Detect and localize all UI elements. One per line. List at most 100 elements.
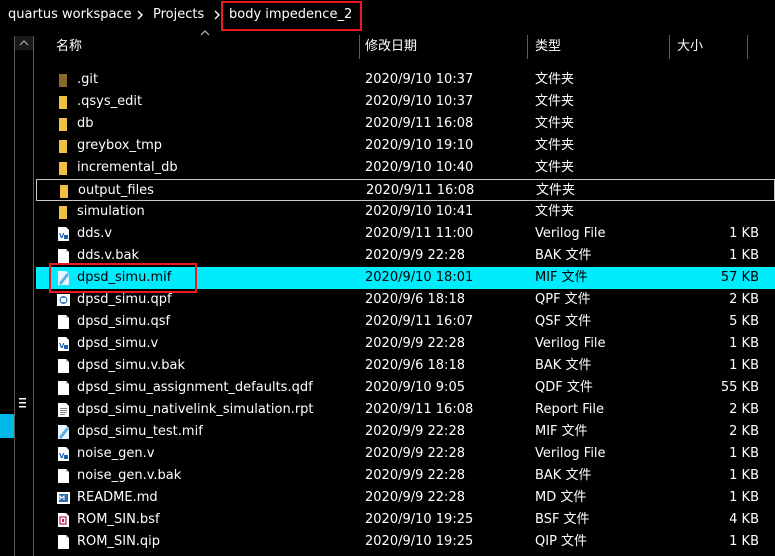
navigation-pane[interactable]	[0, 30, 34, 556]
file-date: 2020/9/9 22:28	[365, 446, 465, 461]
file-name: ROM_SIN.bsf	[77, 512, 160, 527]
file-date: 2020/9/9 22:28	[365, 248, 465, 263]
file-type: Verilog File	[535, 336, 606, 351]
blank-file-icon	[56, 468, 71, 484]
file-date: 2020/9/9 22:28	[365, 336, 465, 351]
breadcrumb-chevron-icon[interactable]	[136, 6, 144, 24]
verilog-file-icon: V	[56, 336, 71, 352]
file-size: 1 KB	[729, 248, 759, 263]
breadcrumb-item-projects[interactable]: Projects	[153, 6, 204, 24]
sort-ascending-icon	[200, 30, 210, 36]
folder-icon	[57, 183, 72, 199]
column-header-size[interactable]: 大小	[677, 33, 703, 61]
file-row[interactable]: dpsd_simu_assignment_defaults.qdf 2020/9…	[36, 377, 775, 399]
file-type: QIP 文件	[535, 534, 588, 549]
nav-selected-item[interactable]	[0, 414, 14, 438]
annotation-highlight-box	[221, 1, 362, 31]
file-type: 文件夹	[535, 94, 575, 109]
file-size: 4 KB	[729, 512, 759, 527]
mif-file-icon	[56, 424, 71, 440]
file-type: QSF 文件	[535, 314, 592, 329]
file-row[interactable]: dpsd_simu.qsf 2020/9/11 16:07 QSF 文件 5 K…	[36, 311, 775, 333]
file-row[interactable]: V dpsd_simu.v 2020/9/9 22:28 Verilog Fil…	[36, 333, 775, 355]
file-name: dpsd_simu_nativelink_simulation.rpt	[77, 402, 314, 417]
file-name: dpsd_simu.v.bak	[77, 358, 186, 373]
file-type: BAK 文件	[535, 468, 592, 483]
file-size: 5 KB	[729, 314, 759, 329]
file-name: dpsd_simu.qsf	[77, 314, 171, 329]
file-name: noise_gen.v	[77, 446, 155, 461]
file-row[interactable]: simulation 2020/9/10 10:41 文件夹	[36, 201, 775, 223]
column-header-name[interactable]: 名称	[56, 33, 82, 61]
file-type: BSF 文件	[535, 512, 590, 527]
file-date: 2020/9/6 18:18	[365, 292, 465, 307]
file-type: 文件夹	[536, 183, 576, 198]
file-size: 57 KB	[720, 270, 759, 285]
file-name: dpsd_simu.v	[77, 336, 159, 351]
file-date: 2020/9/11 16:08	[366, 183, 475, 198]
file-row[interactable]: .qsys_edit 2020/9/10 10:37 文件夹	[36, 91, 775, 113]
file-date: 2020/9/11 16:08	[365, 116, 474, 131]
column-header-row: 名称 修改日期 类型 大小	[36, 30, 775, 61]
column-header-type[interactable]: 类型	[535, 33, 561, 61]
file-row[interactable]: dpsd_simu_nativelink_simulation.rpt 2020…	[36, 399, 775, 421]
folder-icon	[56, 116, 71, 132]
file-type: 文件夹	[535, 204, 575, 219]
column-divider[interactable]	[527, 35, 528, 59]
file-row[interactable]: ROM_SIN.qip 2020/9/10 19:25 QIP 文件 1 KB	[36, 531, 775, 553]
file-row[interactable]: V noise_gen.v 2020/9/9 22:28 Verilog Fil…	[36, 443, 775, 465]
file-row[interactable]: README.md 2020/9/9 22:28 MD 文件 1 KB	[36, 487, 775, 509]
file-row[interactable]: greybox_tmp 2020/9/10 19:10 文件夹	[36, 135, 775, 157]
file-row[interactable]: noise_gen.v.bak 2020/9/9 22:28 BAK 文件 1 …	[36, 465, 775, 487]
file-row[interactable]: dpsd_simu_test.mif 2020/9/9 22:28 MIF 文件…	[36, 421, 775, 443]
file-row[interactable]: .git 2020/9/10 10:37 文件夹	[36, 69, 775, 91]
breadcrumb-chevron-icon[interactable]	[213, 6, 221, 24]
file-date: 2020/9/9 22:28	[365, 468, 465, 483]
nav-pane-divider	[14, 36, 15, 556]
blank-file-icon	[56, 380, 71, 396]
file-name: dpsd_simu_assignment_defaults.qdf	[77, 380, 313, 395]
file-type: BAK 文件	[535, 248, 592, 263]
blank-file-icon	[56, 358, 71, 374]
column-divider[interactable]	[359, 35, 360, 59]
file-name: output_files	[78, 183, 154, 198]
folder-icon	[56, 94, 71, 110]
file-type: Report File	[535, 402, 604, 417]
scroll-up-button[interactable]	[15, 36, 33, 50]
file-date: 2020/9/9 22:28	[365, 490, 465, 505]
file-name: incremental_db	[77, 160, 178, 175]
folder-icon	[56, 72, 71, 88]
folder-icon	[56, 204, 71, 220]
file-type: QDF 文件	[535, 380, 593, 395]
splitter-grip-icon[interactable]	[17, 392, 29, 414]
breadcrumb: quartus workspace Projects body impedenc…	[0, 0, 775, 30]
file-type: BAK 文件	[535, 358, 592, 373]
file-date: 2020/9/10 10:37	[365, 94, 474, 109]
file-date: 2020/9/10 10:37	[365, 72, 474, 87]
file-row-focused[interactable]: output_files 2020/9/11 16:08 文件夹	[36, 179, 775, 201]
file-name: dds.v	[77, 226, 113, 241]
file-type: MIF 文件	[535, 424, 588, 439]
file-row[interactable]: V dds.v 2020/9/11 11:00 Verilog File 1 K…	[36, 223, 775, 245]
file-name: db	[77, 116, 94, 131]
file-date: 2020/9/10 19:25	[365, 534, 474, 549]
report-file-icon	[56, 402, 71, 418]
breadcrumb-item-quartus-workspace[interactable]: quartus workspace	[8, 6, 132, 24]
file-size: 55 KB	[720, 380, 759, 395]
file-date: 2020/9/10 19:10	[365, 138, 474, 153]
file-row[interactable]: db 2020/9/11 16:08 文件夹	[36, 113, 775, 135]
file-name: .qsys_edit	[77, 94, 143, 109]
annotation-highlight-box	[49, 263, 197, 293]
verilog-file-icon: V	[56, 446, 71, 462]
column-divider[interactable]	[747, 35, 748, 59]
file-row[interactable]: dpsd_simu.v.bak 2020/9/6 18:18 BAK 文件 1 …	[36, 355, 775, 377]
column-divider[interactable]	[669, 35, 670, 59]
file-size: 2 KB	[729, 402, 759, 417]
file-row[interactable]: incremental_db 2020/9/10 10:40 文件夹	[36, 157, 775, 179]
file-row[interactable]: ROM_SIN.bsf 2020/9/10 19:25 BSF 文件 4 KB	[36, 509, 775, 531]
file-date: 2020/9/11 11:00	[365, 226, 474, 241]
column-header-date[interactable]: 修改日期	[365, 33, 417, 61]
file-type: Verilog File	[535, 446, 606, 461]
file-date: 2020/9/11 16:07	[365, 314, 474, 329]
file-name: ROM_SIN.qip	[77, 534, 161, 549]
